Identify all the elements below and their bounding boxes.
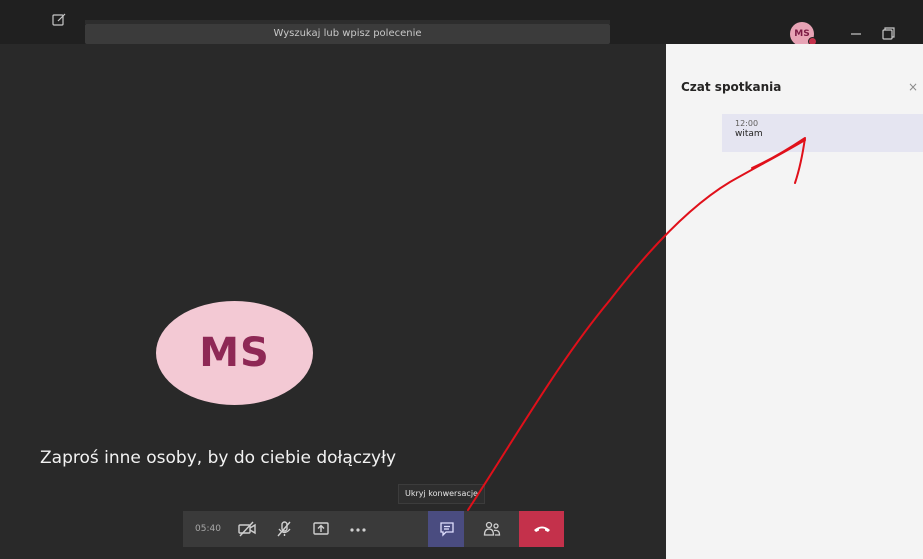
chat-icon [440,522,454,537]
participants-icon [483,521,501,536]
search-input[interactable]: Wyszukaj lub wpisz polecenie [85,24,610,44]
compose-icon[interactable] [51,12,69,30]
restore-icon[interactable] [874,22,902,46]
chat-title: Czat spotkania [681,80,782,94]
chat-message: 12:00 witam [722,114,923,152]
mic-off-button[interactable] [265,511,301,547]
hang-up-button[interactable] [519,511,564,547]
more-icon [350,528,366,532]
invite-message: Zaproś inne osoby, by do ciebie dołączył… [40,448,397,468]
participants-button[interactable] [473,511,509,547]
message-text: witam [735,129,763,139]
call-timer: 05:40 [195,524,221,534]
title-bar: Wyszukaj lub wpisz polecenie MS [0,0,923,46]
chat-toggle-button[interactable] [428,511,464,547]
meeting-chat-panel: Czat spotkania × 12:00 witam [666,44,923,559]
message-timestamp: 12:00 [735,119,759,128]
call-controls: 05:40 [183,511,564,547]
share-screen-icon [313,522,329,535]
camera-off-icon [238,521,256,537]
meeting-stage [0,44,666,559]
camera-off-button[interactable] [228,511,264,547]
hang-up-icon [534,526,550,532]
mic-off-icon [277,521,291,537]
participant-avatar: MS [156,301,313,405]
more-options-button[interactable] [339,511,375,547]
hide-chat-tooltip: Ukryj konwersację [398,484,485,504]
minimize-icon[interactable] [842,22,870,46]
share-screen-button[interactable] [302,511,338,547]
close-icon[interactable]: × [908,80,918,94]
